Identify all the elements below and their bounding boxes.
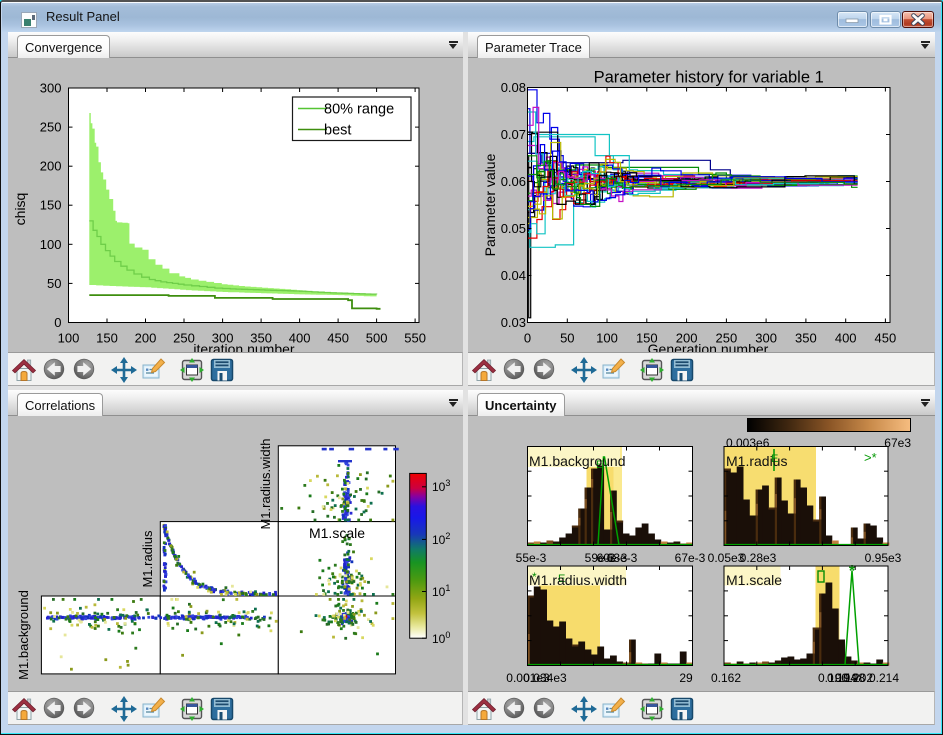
svg-text:200: 200 (40, 159, 62, 174)
svg-text:0.034e3: 0.034e3 (523, 671, 567, 685)
svg-text:M1.radius: M1.radius (140, 530, 155, 588)
svg-text:M1.radius.width: M1.radius.width (529, 572, 627, 588)
svg-text:80% range: 80% range (324, 102, 394, 118)
svg-text:0.05: 0.05 (501, 221, 526, 236)
svg-text:300: 300 (40, 81, 62, 96)
svg-text:400: 400 (835, 331, 857, 346)
svg-text:0.03: 0.03 (501, 315, 526, 330)
svg-text:550: 550 (404, 331, 426, 346)
svg-text:67e-3: 67e-3 (675, 551, 706, 565)
svg-text:M1.background: M1.background (529, 453, 626, 469)
svg-text:M1.scale: M1.scale (726, 572, 782, 588)
svg-text:100: 100 (40, 237, 62, 252)
svg-text:100: 100 (596, 331, 618, 346)
svg-text:M1.radius.width: M1.radius.width (258, 438, 273, 529)
svg-text:500: 500 (366, 331, 388, 346)
svg-text:200: 200 (135, 331, 157, 346)
svg-text:0: 0 (54, 315, 61, 330)
svg-text:100: 100 (58, 331, 80, 346)
svg-text:150: 150 (96, 331, 118, 346)
svg-text:0.95e3: 0.95e3 (865, 551, 902, 565)
svg-text:Generation number: Generation number (648, 341, 769, 352)
svg-text:50: 50 (560, 331, 574, 346)
svg-text:450: 450 (875, 331, 897, 346)
svg-text:0.08: 0.08 (501, 80, 526, 95)
svg-text:0.04: 0.04 (501, 268, 526, 283)
svg-text:M1.radius: M1.radius (726, 453, 787, 469)
svg-text:450: 450 (327, 331, 349, 346)
svg-text:0.28e3: 0.28e3 (740, 551, 777, 565)
svg-text:chisq: chisq (12, 193, 28, 226)
svg-text:55e-3: 55e-3 (516, 551, 547, 565)
svg-text:29: 29 (679, 671, 693, 685)
svg-text:0.162: 0.162 (711, 671, 741, 685)
svg-text:0.07: 0.07 (501, 127, 526, 142)
svg-text:M1.background: M1.background (16, 590, 31, 680)
svg-text:iteration number: iteration number (193, 341, 295, 352)
svg-text:150: 150 (40, 198, 62, 213)
svg-text:Parameter value: Parameter value (482, 153, 498, 256)
svg-text:63e-3: 63e-3 (607, 551, 638, 565)
svg-text:Parameter history for variable: Parameter history for variable 1 (594, 69, 824, 87)
svg-text:M1.scale: M1.scale (309, 525, 365, 541)
svg-text:0.214: 0.214 (869, 671, 899, 685)
svg-text:best: best (324, 123, 351, 139)
svg-text:250: 250 (40, 120, 62, 135)
svg-text:250: 250 (173, 331, 195, 346)
svg-text:50: 50 (47, 276, 61, 291)
svg-text:0.06: 0.06 (501, 174, 526, 189)
svg-text:0: 0 (524, 331, 531, 346)
svg-text:350: 350 (795, 331, 817, 346)
svg-text:>*: >* (864, 450, 877, 465)
